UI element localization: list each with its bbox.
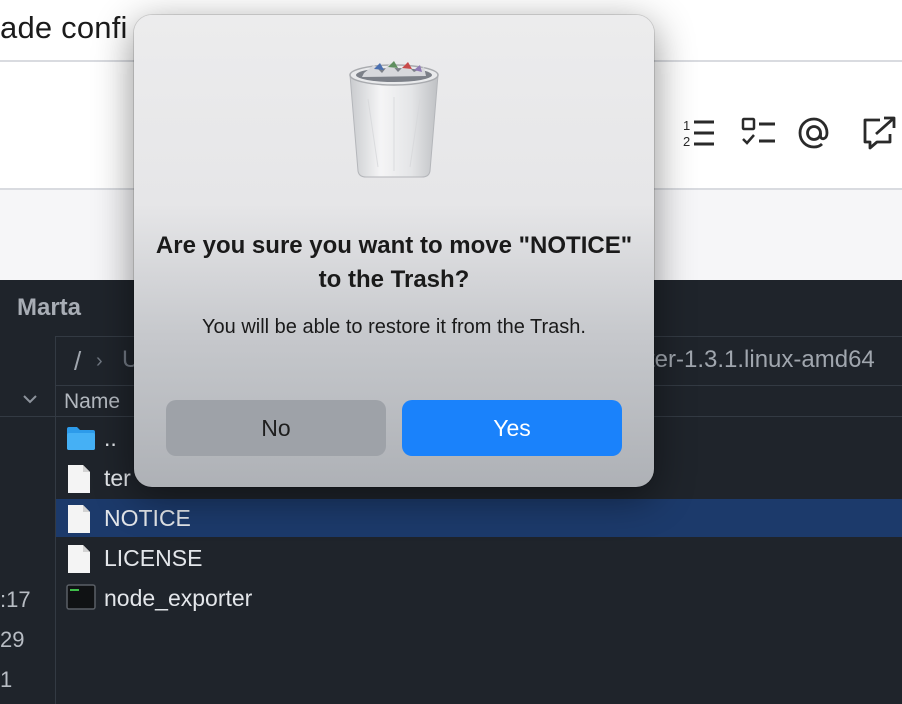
share-comment-icon[interactable]	[860, 114, 898, 152]
dialog-title: Are you sure you want to move "NOTICE" t…	[155, 232, 633, 293]
svg-text:2: 2	[683, 134, 690, 149]
mention-icon[interactable]	[795, 114, 833, 152]
terminal-exec-icon	[66, 584, 96, 614]
sidebar-time: :17	[0, 587, 31, 612]
path-segment-current[interactable]: rter-1.3.1.linux-amd64	[640, 346, 875, 374]
no-button[interactable]: No	[166, 400, 386, 456]
file-name: NOTICE	[104, 505, 191, 531]
column-header-name[interactable]: Name	[64, 390, 120, 414]
file-name: ter	[104, 465, 131, 491]
trash-icon	[344, 59, 444, 181]
yes-button[interactable]: Yes	[402, 400, 622, 456]
app-title: Marta	[17, 294, 82, 321]
file-row-selected[interactable]: NOTICE	[56, 499, 902, 537]
trash-confirm-dialog: Are you sure you want to move "NOTICE" t…	[134, 15, 654, 487]
file-name: ..	[104, 425, 117, 451]
file-name: node_exporter	[104, 585, 253, 611]
numbered-list-icon[interactable]: 1 2	[680, 114, 718, 152]
document-icon	[66, 544, 94, 574]
folder-icon	[66, 424, 95, 454]
document-icon	[66, 504, 94, 534]
sidebar-time: 29	[0, 627, 25, 652]
path-root[interactable]: /	[74, 346, 81, 377]
document-icon	[66, 464, 94, 494]
chevron-right-icon: ›	[96, 350, 103, 372]
chevron-down-icon[interactable]	[22, 392, 38, 410]
sidebar-time: 1	[0, 667, 13, 692]
editor-title: ade confi	[0, 10, 128, 45]
file-name: LICENSE	[104, 545, 203, 571]
file-row[interactable]: node_exporter	[56, 579, 902, 617]
checklist-icon[interactable]	[740, 114, 778, 152]
dialog-message: You will be able to restore it from the …	[202, 316, 586, 338]
file-row[interactable]: LICENSE	[56, 539, 902, 577]
svg-text:1: 1	[683, 118, 690, 133]
